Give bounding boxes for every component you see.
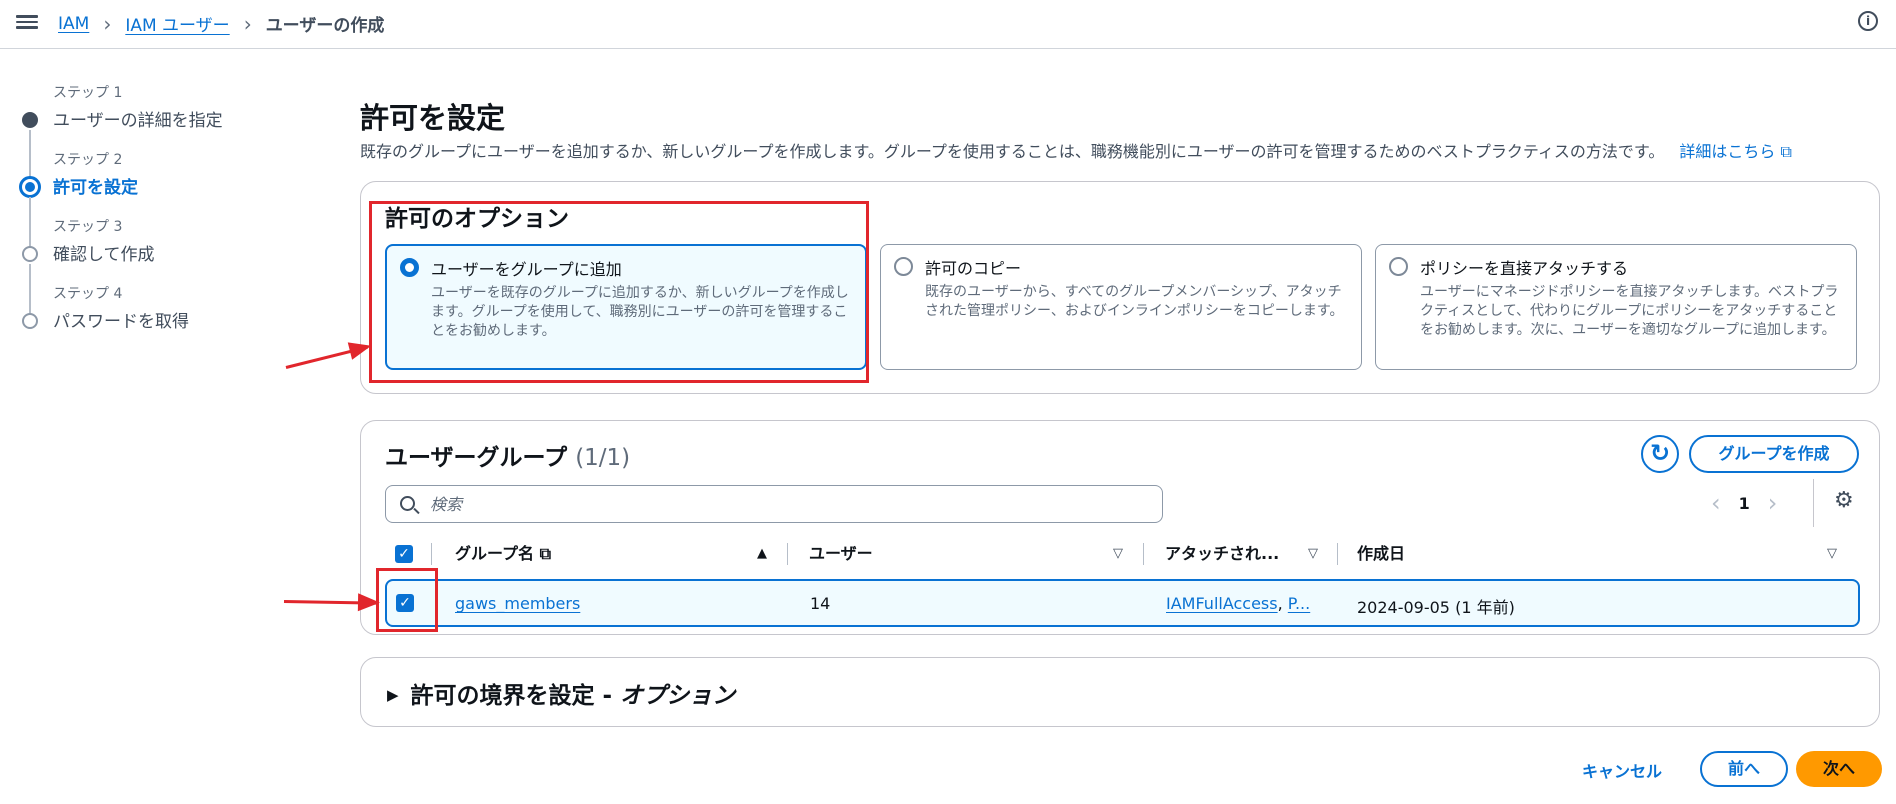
column-divider <box>787 543 788 565</box>
created-cell: 2024-09-05 (1 年前) <box>1357 598 1515 617</box>
table-header: ✓ グループ名 ⧉ ▲ ユーザー ▽ アタッチされ... ▽ 作成日 ▽ <box>385 533 1863 575</box>
wizard-steps: ステップ 1 ユーザーの詳細を指定 ステップ 2 許可を設定 ステップ 3 確認… <box>19 82 320 350</box>
top-bar: IAM › IAM ユーザー › ユーザーの作成 i <box>0 0 1896 49</box>
radio-icon[interactable] <box>1389 257 1408 276</box>
chevron-right-icon: › <box>103 11 112 36</box>
step-1[interactable]: ステップ 1 ユーザーの詳細を指定 <box>20 82 320 182</box>
user-groups-count: (1/1) <box>575 445 631 471</box>
group-name-link[interactable]: gaws_members <box>455 594 580 613</box>
group-name-cell: gaws_members <box>455 594 580 613</box>
option-description: 既存のユーザーから、すべてのグループメンバーシップ、アタッチされた管理ポリシー、… <box>925 284 1344 319</box>
step-3: ステップ 3 確認して作成 <box>20 216 320 316</box>
user-groups-title: ユーザーグループ (1/1) <box>385 438 630 472</box>
sort-icon[interactable]: ▽ <box>1113 533 1123 575</box>
policy-link[interactable]: IAMFullAccess <box>1166 594 1278 613</box>
column-header-attached-policies[interactable]: アタッチされ... <box>1165 533 1279 575</box>
external-link-icon: ⧉ <box>1780 142 1792 161</box>
step-title: ユーザーの詳細を指定 <box>53 111 223 131</box>
create-group-button[interactable]: グループを作成 <box>1689 435 1859 473</box>
refresh-button[interactable]: ↻ <box>1641 435 1679 473</box>
description-text: 既存のグループにユーザーを追加するか、新しいグループを作成します。グループを使用… <box>360 142 1665 161</box>
sort-ascending-icon[interactable]: ▲ <box>757 533 767 575</box>
breadcrumb-current: ユーザーの作成 <box>265 16 385 36</box>
step-number: ステップ 3 <box>53 219 123 235</box>
step-current-icon <box>19 176 41 198</box>
chevron-right-icon: › <box>243 11 252 36</box>
boundary-optional-label: オプション <box>620 683 736 709</box>
info-icon[interactable]: i <box>1858 11 1878 31</box>
search-field[interactable] <box>385 485 1163 523</box>
column-header-users[interactable]: ユーザー <box>809 533 873 575</box>
annotation-box <box>369 201 869 383</box>
table-row[interactable]: ✓ gaws_members 14 IAMFullAccess, P... 20… <box>385 579 1860 627</box>
breadcrumb-iam-users[interactable]: IAM ユーザー <box>125 11 229 36</box>
column-label: グループ名 <box>455 544 535 563</box>
search-input[interactable] <box>430 492 1130 516</box>
step-4: ステップ 4 パスワードを取得 <box>20 283 320 350</box>
breadcrumb: IAM › IAM ユーザー › ユーザーの作成 <box>58 11 385 37</box>
column-header-group-name[interactable]: グループ名 ⧉ <box>455 533 551 575</box>
breadcrumb-iam[interactable]: IAM <box>58 14 89 34</box>
caret-right-icon: ▶ <box>387 686 399 704</box>
next-button[interactable]: 次へ <box>1796 751 1882 787</box>
learn-more-label: 詳細はこちら <box>1679 142 1776 161</box>
select-all-checkbox[interactable]: ✓ <box>395 545 413 563</box>
step-pending-icon <box>22 246 38 262</box>
step-complete-icon <box>22 112 38 128</box>
chevron-right-icon[interactable]: › <box>1768 489 1778 517</box>
annotation-arrow <box>283 600 377 605</box>
user-groups-heading: ユーザーグループ <box>385 445 568 471</box>
boundary-header[interactable]: ▶ 許可の境界を設定 - オプション <box>387 676 735 710</box>
column-header-created[interactable]: 作成日 <box>1357 533 1405 575</box>
option-label: ポリシーを直接アタッチする <box>1420 259 1629 278</box>
permissions-boundary-section[interactable]: ▶ 許可の境界を設定 - オプション <box>360 657 1880 727</box>
previous-button[interactable]: 前へ <box>1700 751 1788 787</box>
column-divider <box>431 543 432 565</box>
page-description: 既存のグループにユーザーを追加するか、新しいグループを作成します。グループを使用… <box>360 138 1792 162</box>
step-title: パスワードを取得 <box>53 312 189 332</box>
column-divider <box>1143 543 1144 565</box>
step-pending-icon <box>22 313 38 329</box>
page-number[interactable]: 1 <box>1739 494 1750 513</box>
chevron-left-icon[interactable]: ‹ <box>1711 489 1721 517</box>
step-number: ステップ 4 <box>53 286 123 302</box>
learn-more-link[interactable]: 詳細はこちら ⧉ <box>1679 142 1792 161</box>
option-attach-policies[interactable]: ポリシーを直接アタッチする ユーザーにマネージドポリシーを直接アタッチします。ベ… <box>1375 244 1857 370</box>
policies-cell: IAMFullAccess, P... <box>1166 594 1310 613</box>
option-copy-permissions[interactable]: 許可のコピー 既存のユーザーから、すべてのグループメンバーシップ、アタッチされた… <box>880 244 1362 370</box>
policy-link[interactable]: P... <box>1288 594 1310 613</box>
step-number: ステップ 2 <box>53 152 123 168</box>
menu-icon[interactable] <box>16 12 38 34</box>
search-icon <box>400 496 415 511</box>
sort-icon[interactable]: ▽ <box>1308 533 1318 575</box>
column-divider <box>1337 543 1338 565</box>
sort-icon[interactable]: ▽ <box>1827 533 1837 575</box>
divider <box>1813 479 1814 527</box>
option-description: ユーザーにマネージドポリシーを直接アタッチします。ベストプラクティスとして、代わ… <box>1420 284 1839 338</box>
pagination: ‹ 1 › <box>1711 489 1777 517</box>
step-2[interactable]: ステップ 2 許可を設定 <box>19 149 320 249</box>
radio-icon[interactable] <box>894 257 913 276</box>
cancel-button[interactable]: キャンセル <box>1582 758 1662 782</box>
user-groups-panel: ユーザーグループ (1/1) ↻ グループを作成 ‹ 1 › ⚙ ✓ グループ名… <box>360 420 1880 635</box>
page-title: 許可を設定 <box>360 101 506 135</box>
gear-icon[interactable]: ⚙ <box>1834 488 1854 513</box>
external-link-icon: ⧉ <box>539 544 552 563</box>
boundary-title: 許可の境界を設定 - <box>410 683 621 709</box>
option-label: 許可のコピー <box>925 259 1022 278</box>
users-cell: 14 <box>810 594 831 613</box>
step-number: ステップ 1 <box>53 85 123 101</box>
policy-separator: , <box>1277 594 1283 613</box>
step-title: 許可を設定 <box>53 178 138 198</box>
step-title: 確認して作成 <box>53 245 155 265</box>
annotation-box <box>376 568 438 632</box>
refresh-icon: ↻ <box>1649 439 1671 467</box>
